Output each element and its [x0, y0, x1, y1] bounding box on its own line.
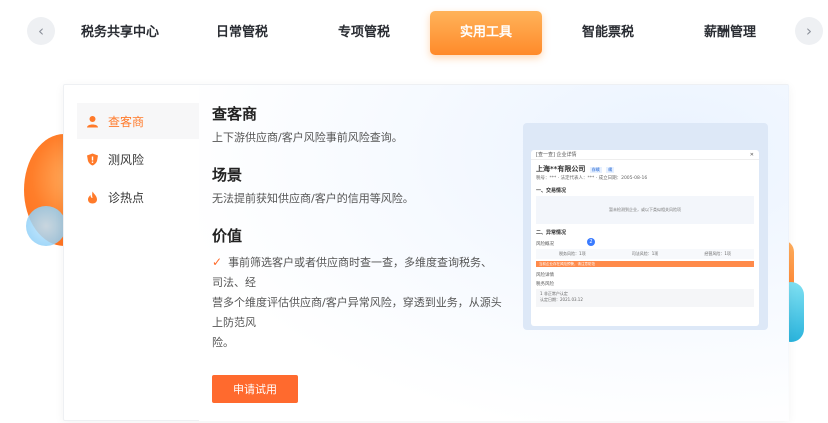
side-menu-label: 查客商 — [108, 114, 145, 129]
preview-subtitle: 风险详情 — [536, 273, 554, 278]
flame-icon — [85, 190, 99, 204]
decorative-blue-blob — [26, 206, 66, 246]
tab-smart-invoice[interactable]: 智能票税 — [552, 11, 664, 55]
close-icon: ✕ — [749, 151, 754, 158]
tool-description-text: 上下游供应商/客户风险事前风险查询。 — [212, 131, 403, 144]
tab-practical-tools[interactable]: 实用工具 — [430, 11, 542, 55]
prev-tab-button[interactable]: ‹ — [27, 17, 55, 45]
tool-title: 查客商 — [212, 105, 258, 123]
preview-tag: 存续 — [589, 167, 602, 173]
preview-detail-card: 1 非正常户认定 认定日期：2021.03.12 — [536, 289, 754, 307]
preview-subtitle: 税务风险 — [536, 282, 554, 287]
preview-empty-box: 暂未检测到企业，或以下类似相关风险项 — [536, 196, 754, 224]
preview-badge: 2 — [587, 238, 595, 246]
value-line: ✓ 事前筛选客户或者供应商时查一查，多维度查询税务、司法、经 — [212, 255, 493, 289]
preview-warning-bar: 当前企业存在风险预警，请注意防范 — [536, 261, 754, 267]
shield-icon — [85, 152, 99, 166]
tab-payroll[interactable]: 薪酬管理 — [674, 11, 786, 55]
side-menu-label: 测风险 — [108, 152, 145, 167]
next-tab-button[interactable]: › — [795, 17, 823, 45]
side-menu-label: 诊热点 — [108, 190, 145, 205]
side-menu-item-check-merchant[interactable]: 查客商 — [77, 103, 199, 139]
scene-description: 无法提前获知供应商/客户的信用等风险。 — [212, 192, 414, 205]
preview-tag: 续 — [606, 167, 615, 173]
side-menu: 查客商 测风险 诊热点 — [77, 103, 199, 217]
user-icon — [85, 114, 99, 128]
tab-daily-tax[interactable]: 日常管税 — [186, 11, 298, 55]
preview-info: 税号：*** · 法定代表人：*** · 成立日期：2005-08-16 — [536, 176, 648, 181]
value-line: 险。 — [212, 336, 234, 349]
scene-title: 场景 — [212, 166, 243, 184]
tool-description: 查客商 上下游供应商/客户风险事前风险查询。 场景 无法提前获知供应商/客户的信… — [212, 103, 502, 353]
value-title: 价值 — [212, 227, 243, 245]
side-menu-item-hotspot[interactable]: 诊热点 — [77, 179, 199, 215]
preview-screenshot: [查一查] 企业详情 ✕ 上海**有限公司 存续 续 税号：*** · 法定代表… — [523, 123, 768, 330]
value-line: 营多个维度评估供应商/客户异常风险，穿透到业务，从源头上防范风 — [212, 296, 502, 329]
chevron-left-icon: ‹ — [38, 22, 44, 40]
main-tab-bar: 税务共享中心 日常管税 专项管税 实用工具 智能票税 薪酬管理 — [60, 11, 790, 55]
check-icon: ✓ — [212, 255, 223, 269]
chevron-right-icon: › — [806, 22, 812, 40]
apply-trial-button[interactable]: 申请试用 — [212, 375, 298, 403]
preview-section-title: 一、交易情况 — [536, 188, 567, 194]
preview-header: [查一查] 企业详情 ✕ — [531, 150, 759, 160]
side-menu-item-risk-test[interactable]: 测风险 — [77, 141, 199, 177]
preview-company: 上海**有限公司 存续 续 — [536, 165, 615, 173]
preview-section-title: 二、异常情况 — [536, 230, 567, 236]
tab-tax-shared-center[interactable]: 税务共享中心 — [64, 11, 176, 55]
tool-card: 查客商 测风险 诊热点 查客商 上下游供应商/客户风险事前风险查询。 场景 无法… — [63, 84, 789, 421]
preview-window: [查一查] 企业详情 ✕ 上海**有限公司 存续 续 税号：*** · 法定代表… — [531, 150, 759, 326]
tab-special-tax[interactable]: 专项管税 — [308, 11, 420, 55]
preview-subtitle: 风险概况 — [536, 242, 554, 247]
preview-risk-row: 税务风险：1项 司法风险：1项 经营风险：1项 — [536, 249, 754, 259]
